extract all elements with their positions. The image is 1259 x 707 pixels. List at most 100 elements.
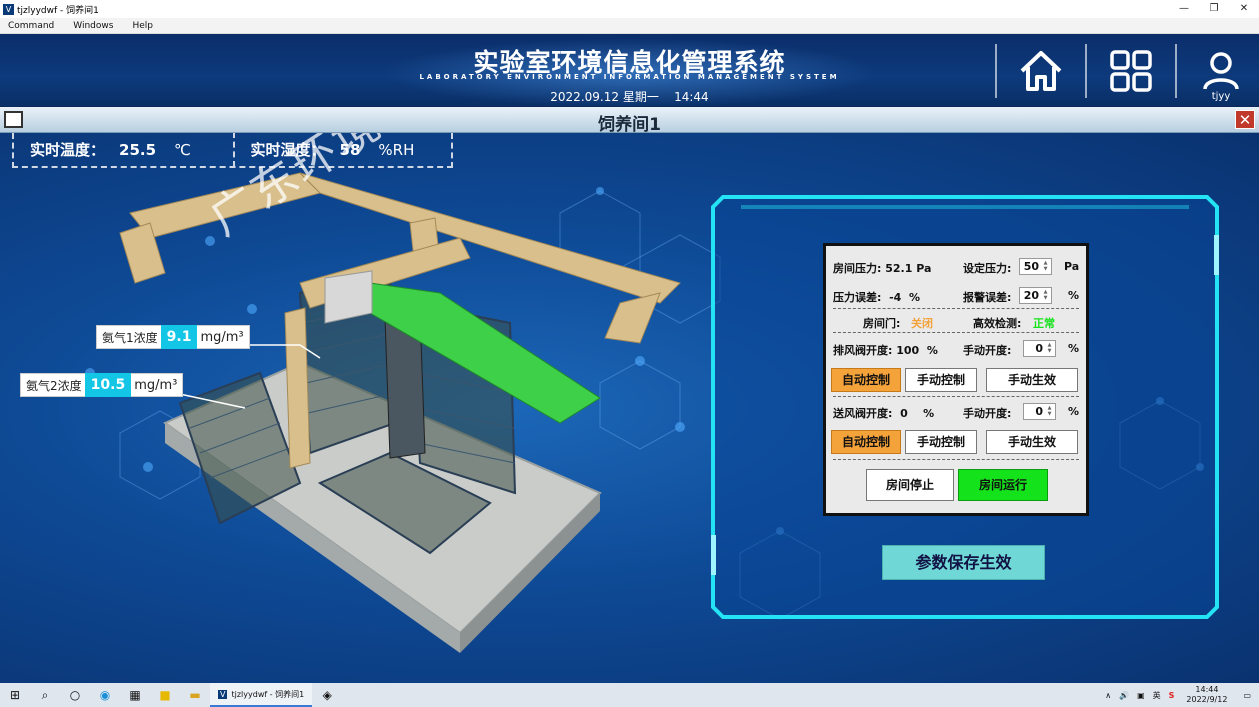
app-icon: V <box>3 3 14 15</box>
ammonia-1-unit: mg/m³ <box>200 329 244 345</box>
alarm-error-label: 报警误差: <box>963 291 1012 304</box>
cortana-button[interactable]: ○ <box>60 683 90 707</box>
menu-command[interactable]: Command <box>8 21 54 31</box>
app-icon-misc: ◈ <box>322 688 332 702</box>
sticky-notes-icon: ■ <box>159 688 171 702</box>
set-pressure-input[interactable]: 50 ▲ ▼ <box>1019 258 1052 275</box>
ventilation-control-panel: 房间压力: 52.1 Pa 设定压力: 50 ▲ ▼ Pa 压力误差: -4 % 报… <box>823 243 1089 516</box>
calculator-button[interactable]: ▦ <box>120 683 150 707</box>
taskbar-clock[interactable]: 14:44 2022/9/12 <box>1186 685 1227 705</box>
extra-app-button[interactable]: ◈ <box>312 683 342 707</box>
circle-icon: ○ <box>69 688 81 702</box>
exhaust-manual-unit: % <box>1068 342 1080 355</box>
ammonia-1-value: 9.1 <box>160 325 198 349</box>
room-pressure-unit: Pa <box>916 262 932 275</box>
tray-chevron-icon[interactable]: ∧ <box>1105 691 1111 700</box>
supply-valve-value: 0 <box>900 407 908 420</box>
user-icon <box>1203 52 1239 90</box>
pressure-error-unit: % <box>908 291 921 304</box>
supply-valve-label: 送风阀开度: <box>833 407 893 420</box>
minimize-button[interactable]: — <box>1169 0 1199 18</box>
menu-windows[interactable]: Windows <box>73 21 113 31</box>
pressure-error-value: -4 <box>889 291 902 304</box>
room-titlebar: 饲养间1 ✕ <box>0 107 1259 135</box>
room-pressure-value: 52.1 <box>885 262 913 275</box>
edge-icon: ◉ <box>99 688 111 702</box>
alarm-error-unit: % <box>1068 289 1080 302</box>
taskbar-app-label: tjzlyydwf - 饲养间1 <box>231 689 305 699</box>
exhaust-valve-label: 排风阀开度: <box>833 344 893 357</box>
temperature-unit: ℃ <box>174 140 191 159</box>
alarm-error-input[interactable]: 20 ▲ ▼ <box>1019 287 1052 304</box>
supply-manual-button[interactable]: 手动控制 <box>905 430 977 454</box>
room-title: 饲养间1 <box>598 115 661 135</box>
room-close-button[interactable]: ✕ <box>1235 110 1255 129</box>
supply-valve-unit: % <box>923 407 935 420</box>
ammonia-1-label: 氨气1浓度 <box>102 330 158 345</box>
ammonia-2-unit: mg/m³ <box>134 377 178 393</box>
restore-button[interactable]: ❐ <box>1199 0 1229 18</box>
exhaust-apply-button[interactable]: 手动生效 <box>986 368 1078 392</box>
sticky-notes-button[interactable]: ■ <box>150 683 180 707</box>
home-button[interactable] <box>995 44 1085 98</box>
taskbar-app-item[interactable]: Vtjzlyydwf - 饲养间1 <box>210 683 313 707</box>
set-pressure-label: 设定压力: <box>963 262 1012 275</box>
menu-help[interactable]: Help <box>132 21 153 31</box>
search-button[interactable]: ⌕ <box>30 683 60 707</box>
room-main: 实时温度： 25.5 ℃ 实时湿度： 58 %RH 氨气1浓度 9.1 mg/m… <box>0 133 1259 683</box>
volume-icon[interactable]: 🔊 <box>1119 691 1129 700</box>
exhaust-valve-value: 100 <box>896 344 920 357</box>
menu-grid-button[interactable] <box>1085 44 1175 98</box>
window-title: tjzlyydwf - 饲养间1 <box>17 5 99 16</box>
exhaust-manual-input[interactable]: 0 ▲ ▼ <box>1023 340 1056 357</box>
supply-manual-input[interactable]: 0 ▲ ▼ <box>1023 403 1056 420</box>
hepa-status: 正常 <box>1033 317 1055 330</box>
exhaust-manual-label: 手动开度: <box>963 344 1012 357</box>
room-3d-illustration <box>119 172 681 653</box>
system-tray: ∧ 🔊 ▣ 英 S 14:44 2022/9/12 ▭ <box>1101 683 1259 707</box>
ime-indicator[interactable]: 英 <box>1153 690 1161 701</box>
ammonia-2-value: 10.5 <box>84 373 132 397</box>
exhaust-manual-button[interactable]: 手动控制 <box>905 368 977 392</box>
calculator-icon: ▦ <box>129 688 141 702</box>
set-pressure-unit: Pa <box>1064 260 1080 273</box>
ammonia-1-reading: 氨气1浓度 9.1 mg/m³ <box>96 325 250 349</box>
supply-manual-unit: % <box>1068 405 1080 418</box>
start-button[interactable]: ⊞ <box>0 683 30 707</box>
folder-icon: ▬ <box>189 688 201 702</box>
edge-button[interactable]: ◉ <box>90 683 120 707</box>
ammonia-2-reading: 氨气2浓度 10.5 mg/m³ <box>20 373 184 397</box>
app-small-icon: V <box>218 689 228 699</box>
ammonia-2-label: 氨气2浓度 <box>26 378 82 393</box>
user-button[interactable]: tjyy <box>1175 44 1259 102</box>
network-icon[interactable]: ▣ <box>1137 691 1145 700</box>
notification-icon[interactable]: ▭ <box>1243 691 1251 700</box>
supply-apply-button[interactable]: 手动生效 <box>986 430 1078 454</box>
door-status: 关闭 <box>911 317 933 330</box>
file-explorer-button[interactable]: ▬ <box>180 683 210 707</box>
room-run-button[interactable]: 房间运行 <box>958 469 1048 501</box>
temperature-label: 实时温度： <box>30 141 106 159</box>
user-name: tjyy <box>1211 91 1231 102</box>
ime-s-icon[interactable]: S <box>1169 691 1175 700</box>
close-window-button[interactable]: ✕ <box>1229 0 1259 18</box>
temperature-value: 25.5 <box>119 140 157 159</box>
pressure-error-label: 压力误差: <box>833 291 882 304</box>
search-icon: ⌕ <box>41 687 49 702</box>
app-header: 实验室环境信息化管理系统 LABORATORY ENVIRONMENT INFO… <box>0 34 1259 106</box>
supply-manual-label: 手动开度: <box>963 407 1012 420</box>
grid-icon <box>1110 50 1152 92</box>
hepa-label: 高效检测: <box>973 317 1022 330</box>
home-icon <box>1020 51 1062 91</box>
taskbar: ⊞ ⌕ ○ ◉ ▦ ■ ▬ Vtjzlyydwf - 饲养间1 ◈ ∧ 🔊 ▣ … <box>0 683 1259 707</box>
exhaust-valve-unit: % <box>926 344 938 357</box>
exhaust-auto-button[interactable]: 自动控制 <box>831 368 901 392</box>
menu-bar: Command Windows Help <box>0 18 1259 34</box>
door-label: 房间门: <box>863 317 901 330</box>
save-parameters-button[interactable]: 参数保存生效 <box>882 545 1045 580</box>
windows-icon: ⊞ <box>9 688 21 702</box>
window-titlebar: V tjzlyydwf - 饲养间1 — ❐ ✕ <box>0 0 1259 18</box>
supply-auto-button[interactable]: 自动控制 <box>831 430 901 454</box>
room-stop-button[interactable]: 房间停止 <box>866 469 954 501</box>
room-pressure-label: 房间压力: <box>833 262 882 275</box>
